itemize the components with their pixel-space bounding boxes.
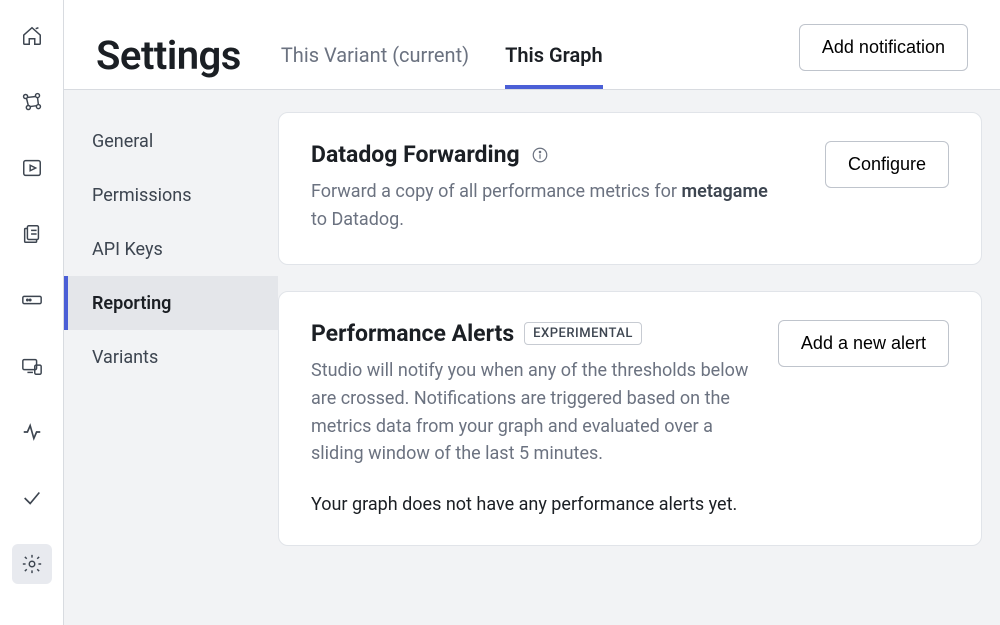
configure-button[interactable]: Configure: [825, 141, 949, 188]
rail-devices-icon[interactable]: [12, 346, 52, 386]
nav-item-api-keys[interactable]: API Keys: [64, 222, 278, 276]
page-title: Settings: [96, 32, 241, 79]
card-datadog-forwarding: Datadog Forwarding Forward a copy of all…: [278, 112, 982, 265]
settings-content: Datadog Forwarding Forward a copy of all…: [278, 90, 1000, 625]
tab-this-graph[interactable]: This Graph: [505, 43, 603, 89]
card-performance-alerts: Performance Alerts EXPERIMENTAL Studio w…: [278, 291, 982, 547]
rail-home-icon[interactable]: [12, 16, 52, 56]
icon-rail: [0, 0, 64, 625]
card-description: Studio will notify you when any of the t…: [311, 357, 758, 469]
rail-activity-icon[interactable]: [12, 412, 52, 452]
nav-item-permissions[interactable]: Permissions: [64, 168, 278, 222]
rail-graph-icon[interactable]: [12, 82, 52, 122]
nav-item-reporting[interactable]: Reporting: [64, 276, 278, 330]
rail-diff-icon[interactable]: [12, 214, 52, 254]
nav-item-variants[interactable]: Variants: [64, 330, 278, 384]
settings-nav: General Permissions API Keys Reporting V…: [64, 90, 278, 625]
info-icon[interactable]: [530, 145, 550, 165]
tab-this-variant[interactable]: This Variant (current): [281, 43, 469, 89]
card-title: Datadog Forwarding: [311, 141, 520, 168]
empty-alerts-note: Your graph does not have any performance…: [311, 494, 949, 515]
card-title: Performance Alerts: [311, 320, 514, 347]
experimental-badge: EXPERIMENTAL: [524, 322, 642, 345]
card-description: Forward a copy of all performance metric…: [311, 178, 771, 234]
add-alert-button[interactable]: Add a new alert: [778, 320, 949, 367]
rail-field-icon[interactable]: [12, 280, 52, 320]
add-notification-button[interactable]: Add notification: [799, 24, 968, 71]
rail-play-icon[interactable]: [12, 148, 52, 188]
rail-check-icon[interactable]: [12, 478, 52, 518]
nav-item-general[interactable]: General: [64, 114, 278, 168]
scope-tabs: This Variant (current) This Graph: [281, 20, 603, 89]
rail-settings-icon[interactable]: [12, 544, 52, 584]
page-header: Settings This Variant (current) This Gra…: [64, 0, 1000, 90]
